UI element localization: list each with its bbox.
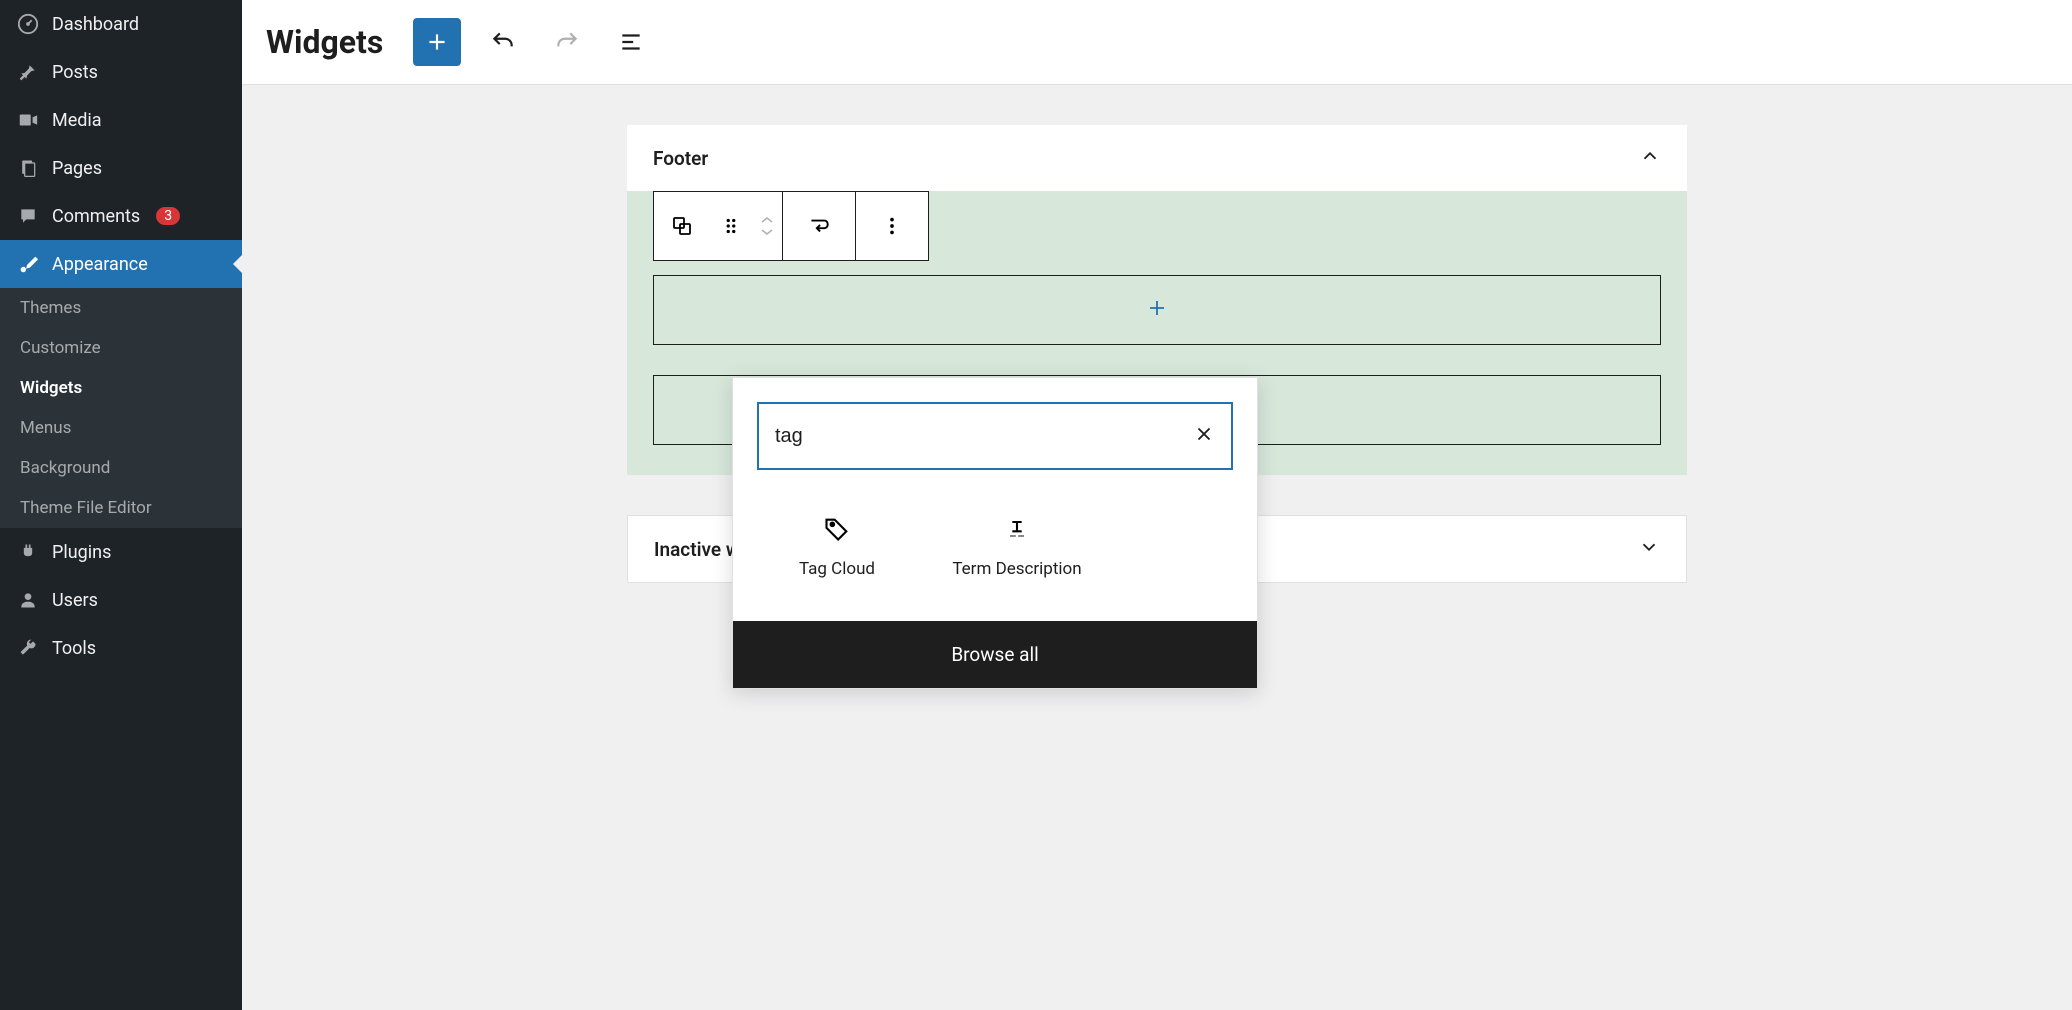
comments-badge: 3 — [156, 207, 180, 225]
search-box — [757, 402, 1233, 470]
inserter-results: Tag Cloud Term Description — [733, 494, 1257, 621]
widget-area-title: Footer — [653, 147, 708, 170]
term-description-icon — [1003, 514, 1031, 544]
wrench-icon — [16, 636, 40, 660]
page-title: Widgets — [266, 23, 383, 61]
pages-icon — [16, 156, 40, 180]
redo-button[interactable] — [545, 20, 589, 64]
block-options-button[interactable] — [856, 192, 928, 260]
brush-icon — [16, 252, 40, 276]
sidebar-item-appearance[interactable]: Appearance — [0, 240, 242, 288]
chevron-down-icon — [1638, 536, 1660, 562]
block-result-term-description[interactable]: Term Description — [937, 504, 1097, 591]
sidebar-item-pages[interactable]: Pages — [0, 144, 242, 192]
list-view-button[interactable] — [609, 20, 653, 64]
sidebar-item-label: Pages — [52, 158, 102, 179]
chevron-up-icon — [1639, 145, 1661, 171]
main-content: Widgets Footer — [242, 0, 2072, 1010]
sidebar-item-label: Comments — [52, 206, 140, 227]
sidebar-item-label: Posts — [52, 62, 98, 83]
move-buttons[interactable] — [752, 192, 782, 260]
sidebar-item-label: Appearance — [52, 254, 148, 275]
sidebar-submenu-appearance: Themes Customize Widgets Menus Backgroun… — [0, 288, 242, 528]
drag-handle[interactable] — [710, 192, 752, 260]
block-search-input[interactable] — [775, 425, 1193, 448]
block-type-button[interactable] — [654, 192, 710, 260]
sidebar-subitem-customize[interactable]: Customize — [0, 328, 242, 368]
block-result-label: Tag Cloud — [799, 558, 875, 581]
sidebar-subitem-background[interactable]: Background — [0, 448, 242, 488]
widget-area-header[interactable]: Footer — [627, 125, 1687, 191]
editor-canvas: Footer — [242, 85, 2072, 1010]
sidebar-subitem-widgets[interactable]: Widgets — [0, 368, 242, 408]
plus-icon — [1145, 296, 1169, 324]
sidebar-subitem-theme-file-editor[interactable]: Theme File Editor — [0, 488, 242, 528]
media-icon — [16, 108, 40, 132]
block-inserter-popover: Tag Cloud Term Description Browse all — [732, 377, 1258, 689]
sidebar-item-label: Dashboard — [52, 14, 139, 35]
block-result-tag-cloud[interactable]: Tag Cloud — [757, 504, 917, 591]
sidebar-item-posts[interactable]: Posts — [0, 48, 242, 96]
sidebar-item-label: Tools — [52, 638, 96, 659]
sidebar-item-media[interactable]: Media — [0, 96, 242, 144]
sidebar-item-comments[interactable]: Comments 3 — [0, 192, 242, 240]
plug-icon — [16, 540, 40, 564]
comment-icon — [16, 204, 40, 228]
undo-button[interactable] — [481, 20, 525, 64]
admin-sidebar: Dashboard Posts Media Pages Comments 3 — [0, 0, 242, 1010]
sidebar-item-plugins[interactable]: Plugins — [0, 528, 242, 576]
user-icon — [16, 588, 40, 612]
block-appender[interactable] — [653, 275, 1661, 345]
sidebar-item-users[interactable]: Users — [0, 576, 242, 624]
browse-all-button[interactable]: Browse all — [733, 621, 1257, 688]
sidebar-subitem-themes[interactable]: Themes — [0, 288, 242, 328]
sidebar-item-dashboard[interactable]: Dashboard — [0, 0, 242, 48]
move-to-button[interactable] — [783, 192, 855, 260]
sidebar-item-tools[interactable]: Tools — [0, 624, 242, 672]
block-toolbar — [653, 191, 929, 261]
pin-icon — [16, 60, 40, 84]
dashboard-icon — [16, 12, 40, 36]
tag-icon — [823, 514, 851, 544]
clear-search-button[interactable] — [1193, 423, 1215, 449]
block-result-label: Term Description — [952, 558, 1081, 581]
sidebar-item-label: Media — [52, 110, 102, 131]
add-block-button[interactable] — [413, 18, 461, 66]
sidebar-item-label: Users — [52, 590, 98, 611]
editor-topbar: Widgets — [242, 0, 2072, 85]
sidebar-item-label: Plugins — [52, 542, 111, 563]
sidebar-subitem-menus[interactable]: Menus — [0, 408, 242, 448]
